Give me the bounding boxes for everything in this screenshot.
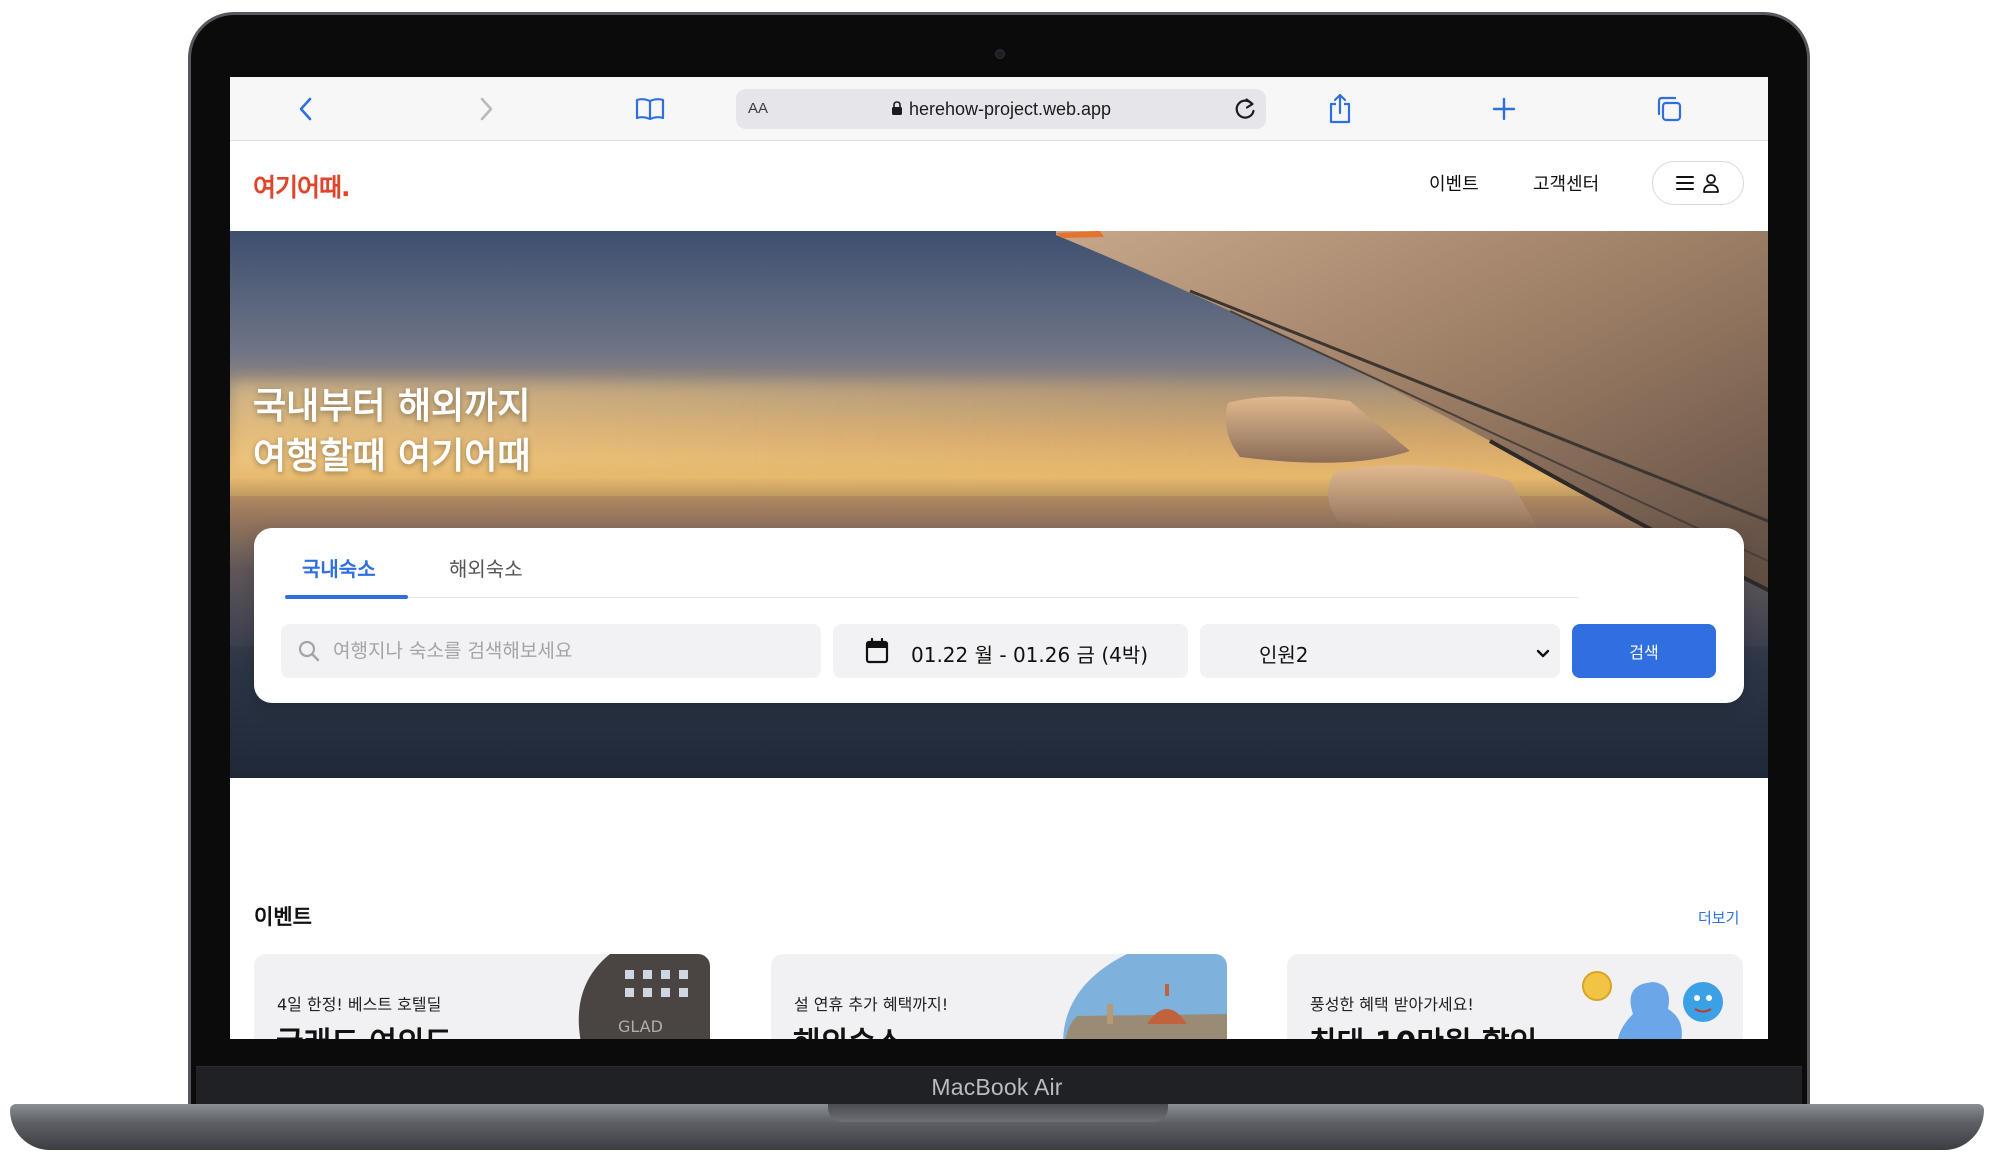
hero-title-line2: 여행할때 여기어때 — [253, 436, 531, 477]
event-card-overseas[interactable]: 설 연휴 추가 혜택까지! 해외숙소 — [771, 954, 1227, 1039]
date-range-text: 01.22 월 - 01.26 금 (4박) — [911, 643, 1149, 667]
address-bar[interactable]: AA herehow-project.web.app — [736, 89, 1266, 129]
url-display[interactable]: herehow-project.web.app — [736, 99, 1266, 120]
site-logo[interactable]: 여기어때. — [253, 168, 350, 204]
search-button[interactable]: 검색 — [1572, 624, 1716, 678]
camera-icon — [995, 49, 1005, 59]
nav-customer-center[interactable]: 고객센터 — [1533, 170, 1599, 196]
search-icon — [297, 639, 321, 667]
event-card-title: 해외숙소 — [793, 1018, 903, 1039]
events-section-title: 이벤트 — [254, 905, 312, 929]
search-input[interactable] — [333, 624, 803, 678]
hamburger-icon — [1676, 176, 1694, 190]
events-more-link[interactable]: 더보기 — [1698, 907, 1739, 928]
event-card-title: 최대 10만원 할인 — [1309, 1018, 1537, 1039]
guest-count-text: 인원2 — [1259, 643, 1309, 667]
search-field[interactable] — [281, 624, 821, 678]
nav-events[interactable]: 이벤트 — [1429, 170, 1479, 196]
event-card-title: 글래드 여의도 — [276, 1018, 452, 1039]
hero-title-line1: 국내부터 해외까지 — [253, 386, 531, 427]
active-tab-indicator — [285, 595, 408, 599]
site-header: 여기어때. 이벤트 고객센터 — [230, 141, 1768, 231]
event-card-subtitle: 설 연휴 추가 혜택까지! — [794, 995, 949, 1014]
search-card: 국내숙소 해외숙소 01.22 월 - 01.26 금 (4박) 인원2 검색 — [254, 528, 1744, 703]
browser-toolbar: AA herehow-project.web.app — [230, 77, 1768, 141]
share-icon[interactable] — [1324, 93, 1356, 125]
lock-icon — [891, 101, 902, 115]
url-text: herehow-project.web.app — [908, 99, 1112, 119]
event-card-glad[interactable]: 4일 한정! 베스트 호텔딜 글래드 여의도 GLAD — [254, 954, 710, 1039]
money-bag-character-image — [1582, 971, 1723, 1039]
tabs-divider — [286, 597, 1579, 598]
forward-chevron-icon[interactable] — [470, 93, 502, 125]
florence-dome-image — [1063, 954, 1227, 1039]
reload-icon[interactable] — [1232, 95, 1258, 127]
hero-title: 국내부터 해외까지 여행할때 여기어때 — [253, 382, 531, 482]
tabs-icon[interactable] — [1653, 93, 1685, 125]
calendar-icon — [865, 637, 889, 668]
event-card-subtitle: 4일 한정! 베스트 호텔딜 — [277, 995, 442, 1014]
book-icon[interactable] — [634, 93, 666, 125]
menu-user-button[interactable] — [1652, 161, 1744, 205]
user-icon — [1703, 174, 1719, 193]
event-card-discount[interactable]: 풍성한 혜택 받아가세요! 최대 10만원 할인 — [1287, 954, 1743, 1039]
tab-overseas[interactable]: 해외숙소 — [449, 553, 523, 582]
plus-icon[interactable] — [1488, 93, 1520, 125]
hotel-building-image: GLAD — [578, 954, 710, 1039]
device-label: MacBook Air — [931, 1074, 1063, 1100]
guest-select[interactable]: 인원2 — [1200, 624, 1560, 678]
tab-domestic[interactable]: 국내숙소 — [302, 553, 376, 582]
event-card-subtitle: 풍성한 혜택 받아가세요! — [1310, 995, 1474, 1014]
laptop-notch — [828, 1104, 1168, 1122]
back-chevron-icon[interactable] — [290, 93, 322, 125]
date-picker[interactable]: 01.22 월 - 01.26 금 (4박) — [833, 624, 1188, 678]
chevron-down-icon — [1536, 644, 1550, 663]
browser-screen: AA herehow-project.web.app 여기어때. 이벤트 고객센… — [230, 77, 1768, 1039]
glad-sign: GLAD — [618, 1017, 663, 1036]
